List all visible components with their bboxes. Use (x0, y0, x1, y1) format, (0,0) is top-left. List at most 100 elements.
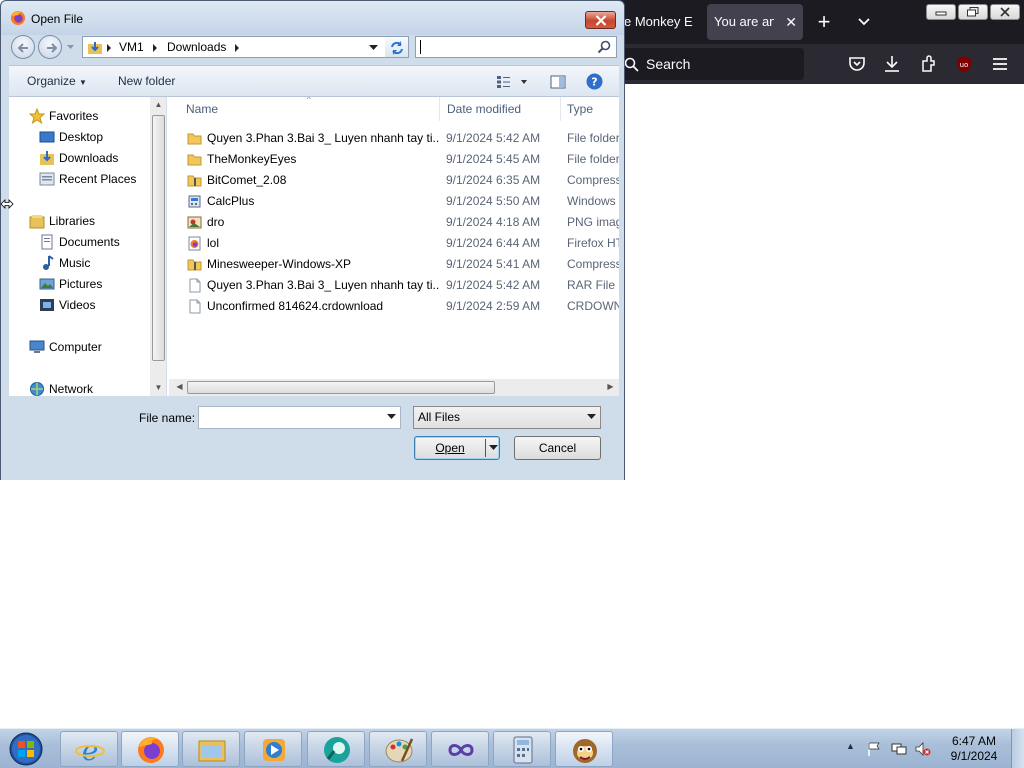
volume-muted-icon[interactable] (915, 741, 931, 757)
chevron-down-icon[interactable] (387, 414, 396, 420)
pocket-icon[interactable] (847, 54, 867, 74)
ublock-icon[interactable]: uo (954, 54, 974, 74)
file-name-input[interactable] (198, 406, 401, 429)
show-hidden-icons[interactable]: ▲ (846, 741, 862, 757)
file-type: CRDOWNLOAD (567, 299, 619, 313)
chevron-down-icon: ▼ (79, 78, 87, 87)
system-clock[interactable]: 6:47 AM 9/1/2024 (944, 734, 1004, 764)
taskbar-paint[interactable] (369, 731, 427, 767)
scroll-down-icon[interactable]: ▼ (150, 383, 166, 392)
firefox-tab-inactive[interactable]: e Monkey E (624, 4, 708, 40)
scroll-right-icon[interactable]: ▶ (602, 382, 619, 391)
file-row[interactable]: Minesweeper-Windows-XP 9/1/2024 5:41 AM Co… (169, 254, 619, 275)
scroll-thumb[interactable] (152, 115, 165, 361)
action-center-flag-icon[interactable] (866, 741, 882, 757)
close-tab-icon[interactable]: ✕ (785, 4, 797, 40)
taskbar-internet-explorer[interactable]: e (60, 731, 118, 767)
file-row[interactable]: dro 9/1/2024 4:18 AM PNG image (169, 212, 619, 233)
forward-arrow-icon (47, 43, 58, 53)
breadcrumb[interactable]: VM1 Downloads (82, 36, 389, 58)
breadcrumb-arrow-icon[interactable] (152, 44, 158, 52)
open-button[interactable]: Open (414, 436, 500, 460)
restore-icon (967, 7, 979, 17)
forward-button[interactable] (38, 35, 62, 59)
taskbar-visual-studio[interactable] (431, 731, 489, 767)
column-divider[interactable] (439, 97, 440, 121)
taskbar-media-player[interactable] (244, 731, 302, 767)
close-window-button[interactable] (990, 4, 1020, 20)
horizontal-scrollbar[interactable]: ◀ ▶ (169, 379, 619, 396)
file-row[interactable]: Quyen 3.Phan 3.Bai 3_ Luyen nhanh tay ti… (169, 128, 619, 149)
taskbar-firefox[interactable] (121, 731, 179, 767)
file-row[interactable]: lol 9/1/2024 6:44 AM Firefox HTML (169, 233, 619, 254)
firefox-tab-active[interactable]: You are an i ✕ (707, 4, 803, 40)
taskbar-file-explorer[interactable] (182, 731, 240, 767)
navigation-scrollbar[interactable]: ▲ ▼ (150, 97, 166, 396)
show-desktop-button[interactable] (1011, 729, 1024, 768)
firefox-tab-bar: e Monkey E You are an i ✕ + (600, 0, 1024, 44)
recent-locations-icon[interactable] (66, 43, 75, 51)
open-options-icon[interactable] (489, 445, 498, 451)
firefox-search-box[interactable]: Search (616, 48, 804, 80)
installer-icon (187, 194, 202, 209)
breadcrumb-vm1[interactable]: VM1 (119, 40, 144, 54)
windows-start-icon (9, 732, 43, 766)
file-row[interactable]: BitComet_2.08 9/1/2024 6:35 AM Compressed (169, 170, 619, 191)
list-tabs-button[interactable] (854, 10, 874, 34)
new-folder-button[interactable]: New folder (118, 74, 175, 88)
scroll-left-icon[interactable]: ◀ (171, 382, 188, 391)
taskbar-monkey-app[interactable] (555, 731, 613, 767)
folder-icon (187, 152, 202, 167)
organize-label: Organize (27, 74, 76, 88)
file-row[interactable]: TheMonkeyEyes 9/1/2024 5:45 AM File folder (169, 149, 619, 170)
restore-button[interactable] (958, 4, 988, 20)
column-header-date[interactable]: Date modified (447, 97, 521, 121)
extensions-icon[interactable] (919, 54, 939, 74)
file-type: File folder (567, 152, 619, 166)
preview-pane-icon[interactable] (550, 74, 566, 90)
file-type-select[interactable]: All Files (413, 406, 601, 429)
column-header-type[interactable]: Type (567, 97, 593, 121)
file-date: 9/1/2024 5:45 AM (446, 152, 541, 166)
network-status-icon[interactable] (891, 741, 907, 757)
taskbar-calculator[interactable] (493, 731, 551, 767)
scroll-up-icon[interactable]: ▲ (150, 100, 166, 109)
organize-button[interactable]: Organize ▼ (27, 74, 87, 88)
breadcrumb-arrow-icon[interactable] (234, 44, 240, 52)
search-downloads-field[interactable] (415, 36, 617, 58)
start-button[interactable] (4, 731, 48, 767)
column-header-name[interactable]: Name (186, 97, 218, 121)
file-row[interactable]: Unconfirmed 814624.crdownload 9/1/2024 2:… (169, 296, 619, 317)
file-row[interactable]: Quyen 3.Phan 3.Bai 3_ Luyen nhanh tay ti… (169, 275, 619, 296)
help-icon[interactable]: ? (586, 73, 603, 90)
breadcrumb-downloads[interactable]: Downloads (167, 40, 226, 54)
breadcrumb-arrow-icon[interactable] (106, 44, 112, 52)
menu-icon[interactable] (990, 54, 1010, 74)
change-view-icon[interactable] (497, 75, 529, 89)
scroll-thumb[interactable] (187, 381, 495, 394)
resize-cursor-icon (0, 199, 14, 209)
dialog-title-bar[interactable]: Open File (1, 1, 624, 35)
back-button[interactable] (11, 35, 35, 59)
address-dropdown-icon[interactable] (369, 45, 378, 51)
refresh-button[interactable] (385, 36, 409, 58)
file-type: PNG image (567, 215, 619, 229)
nav-label: Documents (59, 235, 120, 249)
taskbar-teal-app[interactable] (307, 731, 365, 767)
html-icon (187, 236, 202, 251)
column-divider[interactable] (560, 97, 561, 121)
monkey-icon (573, 739, 597, 763)
file-row[interactable]: CalcPlus 9/1/2024 5:50 AM Windows (169, 191, 619, 212)
cancel-button[interactable]: Cancel (514, 436, 601, 460)
minimize-button[interactable] (926, 4, 956, 20)
desktop-screen: e Monkey E You are an i ✕ + Search (0, 0, 1024, 768)
new-tab-button[interactable]: + (814, 8, 834, 36)
dialog-close-button[interactable] (585, 11, 616, 29)
file-type: Windows (567, 194, 616, 208)
file-name: BitComet_2.08 (207, 173, 287, 187)
search-icon[interactable] (597, 40, 612, 55)
download-icon[interactable] (882, 54, 902, 74)
search-input[interactable] (418, 39, 588, 55)
teal-app-icon (324, 737, 350, 763)
paint-palette-icon (385, 738, 414, 763)
